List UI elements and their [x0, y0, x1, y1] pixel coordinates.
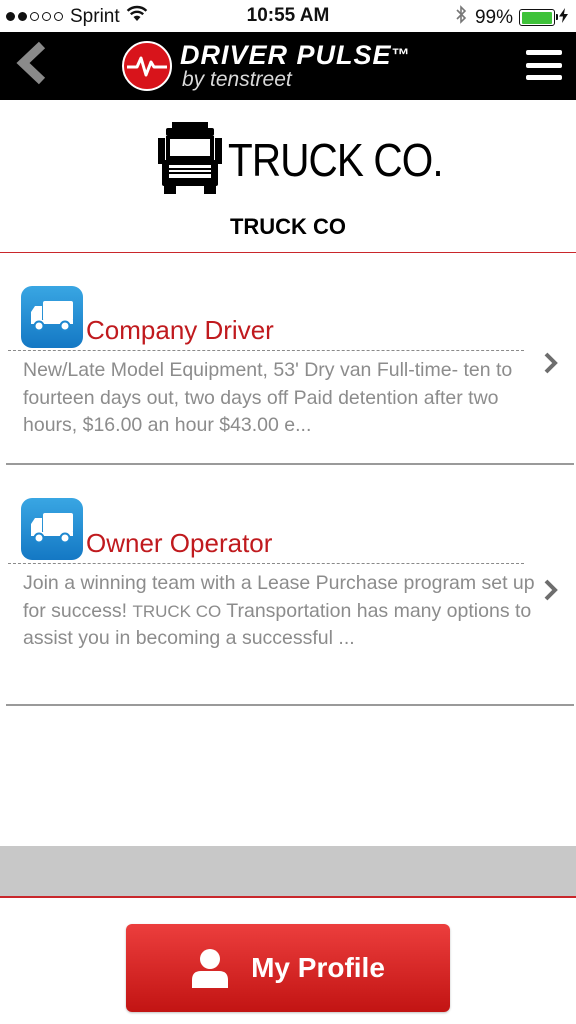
- battery-percent: 99%: [474, 6, 513, 28]
- chevron-right-icon: [540, 348, 562, 378]
- bluetooth-icon: [456, 5, 467, 30]
- brand-text: DRIVER PULSE™ by tenstreet: [180, 41, 411, 91]
- job-description: New/Late Model Equipment, 53' Dry van Fu…: [23, 359, 513, 436]
- my-profile-button[interactable]: My Profile: [126, 924, 450, 1012]
- job-icon: [21, 498, 83, 560]
- wifi-icon: [126, 5, 148, 28]
- brand-subtitle: by tenstreet: [182, 68, 292, 91]
- status-bar-right: 99%: [456, 5, 568, 30]
- my-profile-label: My Profile: [251, 952, 385, 983]
- company-logo-text: TRUCK CO.: [228, 133, 444, 186]
- status-bar: Sprint 10:55 AM 99%: [0, 0, 576, 32]
- hamburger-menu-icon: [526, 50, 562, 55]
- dashed-divider: [8, 563, 524, 564]
- card-divider: [6, 704, 574, 706]
- job-title: Company Driver: [86, 315, 274, 345]
- job-title: Owner Operator: [86, 528, 273, 558]
- footer-divider: [0, 896, 576, 898]
- battery-fill: [521, 11, 553, 24]
- signal-strength-icon: [6, 12, 63, 21]
- user-icon: [191, 948, 229, 988]
- company-header: TRUCK CO. TRUCK CO: [0, 100, 576, 253]
- menu-button[interactable]: [526, 50, 562, 80]
- job-card-company-driver[interactable]: Company Driver New/Late Model Equipment,…: [0, 253, 576, 465]
- company-name: TRUCK CO: [229, 214, 347, 239]
- truck-icon: [29, 298, 75, 337]
- chevron-left-icon: [15, 41, 49, 90]
- back-button[interactable]: [10, 41, 54, 90]
- brand-name: DRIVER PULSE™: [180, 40, 411, 70]
- status-bar-left: Sprint: [6, 5, 148, 28]
- chevron-right-icon: [540, 575, 562, 605]
- brand-logo: DRIVER PULSE™ by tenstreet: [122, 40, 411, 92]
- gray-band: [0, 846, 576, 896]
- pulse-logo-icon: [122, 41, 172, 91]
- job-card-owner-operator[interactable]: Owner Operator Join a winning team with …: [0, 465, 576, 706]
- battery-icon: [519, 9, 558, 26]
- truck-icon: [29, 510, 75, 549]
- semi-truck-icon: [156, 118, 224, 201]
- company-logo: TRUCK CO.: [156, 118, 472, 201]
- job-icon: [21, 286, 83, 348]
- carrier-name: Sprint: [70, 5, 120, 27]
- dashed-divider: [8, 350, 524, 351]
- job-description: Join a winning team with a Lease Purchas…: [23, 572, 535, 649]
- charging-bolt-icon: [559, 7, 568, 29]
- app-header: DRIVER PULSE™ by tenstreet: [0, 32, 576, 100]
